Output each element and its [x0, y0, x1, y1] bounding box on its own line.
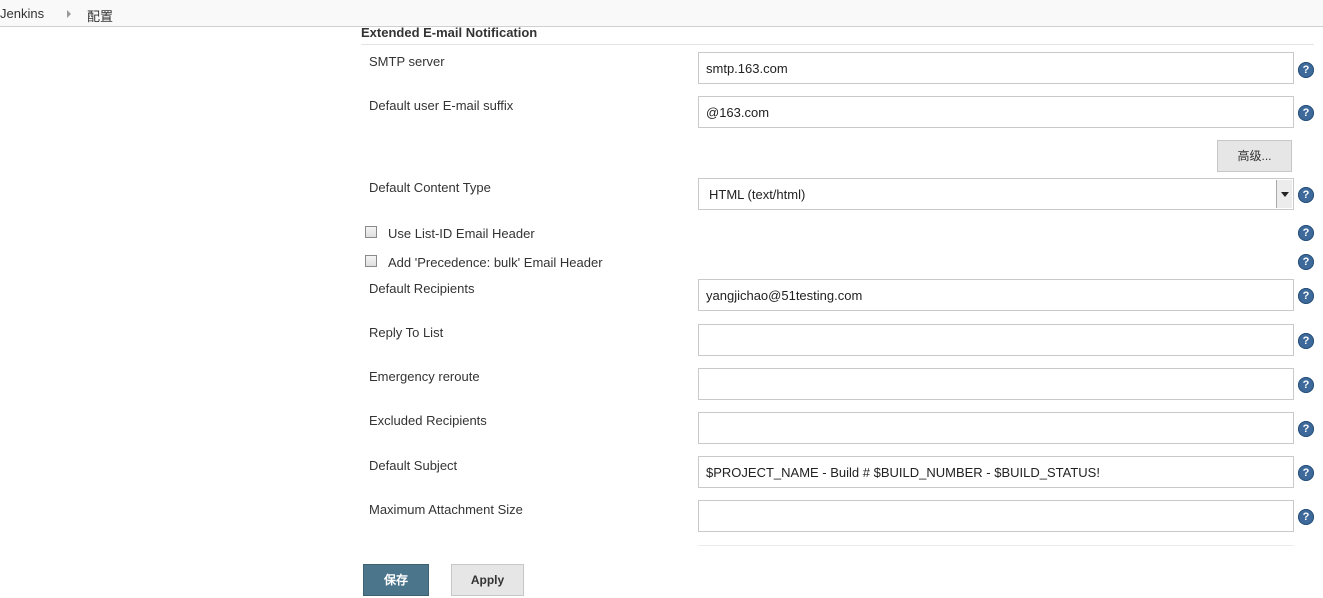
- precedence-bulk-label[interactable]: Add 'Precedence: bulk' Email Header: [388, 255, 603, 270]
- reply-to-input[interactable]: [698, 324, 1294, 356]
- section-divider: [361, 44, 1314, 45]
- help-icon[interactable]: ?: [1298, 288, 1314, 304]
- list-id-label[interactable]: Use List-ID Email Header: [388, 226, 535, 241]
- smtp-server-label: SMTP server: [369, 54, 445, 69]
- bottom-button-bar: [0, 550, 1323, 598]
- excluded-recipients-input[interactable]: [698, 412, 1294, 444]
- help-icon[interactable]: ?: [1298, 187, 1314, 203]
- default-recipients-input[interactable]: [698, 279, 1294, 311]
- emergency-reroute-input[interactable]: [698, 368, 1294, 400]
- help-icon[interactable]: ?: [1298, 105, 1314, 121]
- breadcrumb: Jenkins 配置: [0, 0, 1323, 27]
- default-subject-label: Default Subject: [369, 458, 458, 473]
- help-icon[interactable]: ?: [1298, 62, 1314, 78]
- precedence-bulk-checkbox[interactable]: [365, 255, 377, 267]
- save-button[interactable]: 保存: [363, 564, 429, 596]
- help-icon[interactable]: ?: [1298, 254, 1314, 270]
- content-type-selected-value: HTML (text/html): [709, 187, 806, 202]
- default-suffix-label: Default user E-mail suffix: [369, 98, 514, 113]
- breadcrumb-jenkins-link[interactable]: Jenkins: [0, 6, 44, 21]
- max-attachment-input[interactable]: [698, 500, 1294, 532]
- excluded-recipients-label: Excluded Recipients: [369, 413, 487, 428]
- apply-button[interactable]: Apply: [451, 564, 524, 596]
- list-id-checkbox[interactable]: [365, 226, 377, 238]
- max-attachment-label: Maximum Attachment Size: [369, 502, 523, 517]
- content-type-select[interactable]: HTML (text/html): [698, 178, 1294, 210]
- help-icon[interactable]: ?: [1298, 421, 1314, 437]
- section-title: Extended E-mail Notification: [361, 25, 538, 40]
- help-icon[interactable]: ?: [1298, 377, 1314, 393]
- help-icon[interactable]: ?: [1298, 333, 1314, 349]
- chevron-down-icon[interactable]: [1276, 180, 1292, 208]
- help-icon[interactable]: ?: [1298, 225, 1314, 241]
- content-type-label: Default Content Type: [369, 180, 491, 195]
- default-subject-input[interactable]: [698, 456, 1294, 488]
- help-icon[interactable]: ?: [1298, 465, 1314, 481]
- emergency-reroute-label: Emergency reroute: [369, 369, 480, 384]
- advanced-button[interactable]: 高级...: [1217, 140, 1292, 172]
- reply-to-label: Reply To List: [369, 325, 444, 340]
- smtp-server-input[interactable]: [698, 52, 1294, 84]
- help-icon[interactable]: ?: [1298, 509, 1314, 525]
- default-recipients-label: Default Recipients: [369, 281, 475, 296]
- chevron-right-icon: [67, 10, 71, 18]
- default-suffix-input[interactable]: [698, 96, 1294, 128]
- breadcrumb-current[interactable]: 配置: [87, 6, 113, 25]
